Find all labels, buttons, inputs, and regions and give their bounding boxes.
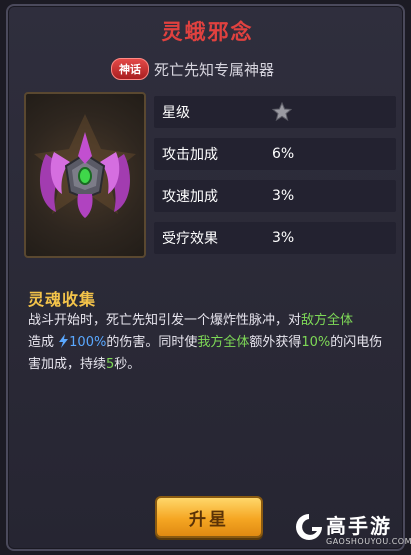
rarity-badge: 神话 — [111, 58, 149, 80]
site-watermark: 高手游 GAOSHOUYOU.COM — [292, 508, 411, 552]
stat-label: 受疗效果 — [162, 231, 218, 247]
lightning-icon — [59, 334, 69, 348]
stat-value: 3% — [272, 188, 295, 204]
stat-value: 6% — [272, 146, 295, 162]
watermark-text: 高手游 — [326, 514, 392, 538]
skill-title: 灵魂收集 — [28, 290, 97, 309]
crown-artifact-icon — [34, 114, 136, 218]
item-type-row: 神话 死亡先知专属神器 — [111, 58, 274, 80]
item-icon-frame — [24, 92, 146, 258]
artifact-panel: 灵蛾邪念 神话 死亡先知专属神器 星级 攻击加成 6% 攻速加成 3% 受疗效果… — [6, 4, 405, 551]
watermark-url: GAOSHOUYOU.COM — [326, 537, 411, 546]
stat-row-attack-speed: 攻速加成 3% — [154, 180, 396, 212]
desc-highlight: 10% — [301, 335, 331, 350]
desc-text: 的伤害。同时使 — [106, 335, 198, 350]
stat-label: 攻速加成 — [162, 189, 218, 205]
stat-row-healing: 受疗效果 3% — [154, 222, 396, 254]
stat-row-star: 星级 — [154, 96, 396, 128]
desc-highlight: 我方全体 — [197, 335, 250, 350]
desc-highlight: 100% — [69, 335, 107, 350]
desc-highlight: 敌方全体 — [301, 313, 354, 328]
desc-text: 战斗开始时，死亡先知引发一个爆炸性脉冲，对 — [28, 313, 302, 328]
desc-text: 造成 — [28, 335, 55, 350]
desc-text: 额外获得 — [249, 335, 302, 350]
stat-label: 星级 — [162, 105, 190, 121]
stat-row-attack: 攻击加成 6% — [154, 138, 396, 170]
stat-label: 攻击加成 — [162, 147, 218, 163]
stat-value: 3% — [272, 230, 295, 246]
star-icon — [272, 102, 292, 122]
item-subtitle: 死亡先知专属神器 — [154, 60, 275, 79]
skill-description: 战斗开始时，死亡先知引发一个爆炸性脉冲，对敌方全体 造成 100%的伤害。同时使… — [28, 310, 394, 376]
upgrade-star-button[interactable]: 升星 — [155, 496, 263, 538]
item-name: 灵蛾邪念 — [161, 20, 254, 44]
desc-text: 秒。 — [114, 357, 141, 372]
watermark-logo-icon — [296, 514, 322, 540]
